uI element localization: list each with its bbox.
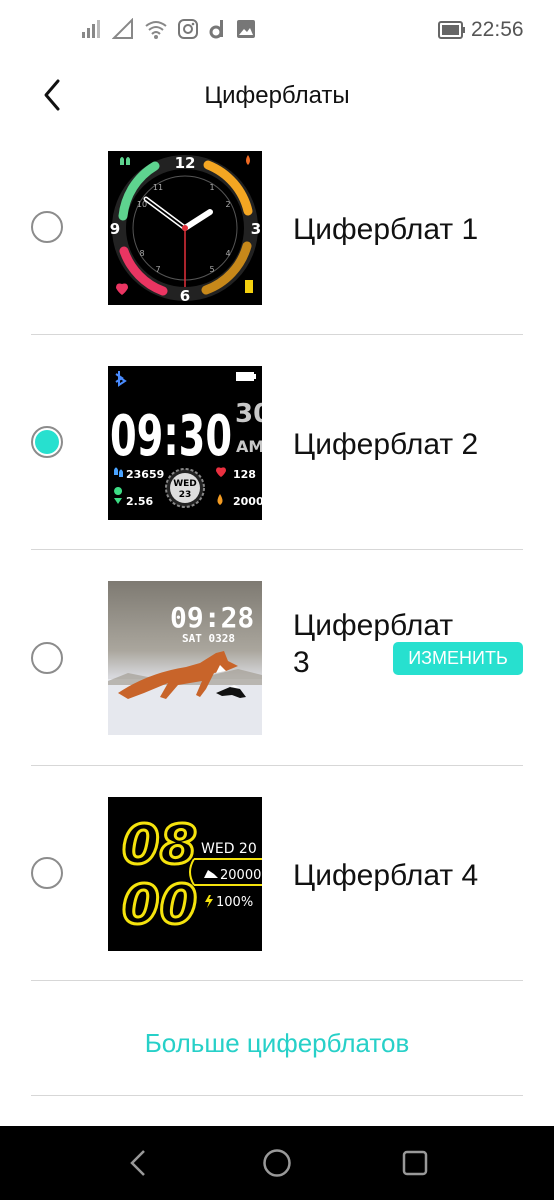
watch-face-label-3: Циферблат 3: [293, 609, 454, 679]
divider: [31, 1095, 523, 1096]
wifi-icon: [145, 21, 167, 39]
minute-display: 00: [122, 873, 197, 936]
status-icons: [80, 18, 256, 40]
dial-number-7: 7: [155, 265, 160, 274]
time-display: 09:28: [170, 601, 254, 634]
watch-face-label-1: Циферблат 1: [293, 213, 479, 246]
seconds-display: 30: [235, 399, 262, 429]
select-radio-2[interactable]: [31, 426, 63, 458]
hour-display: 08: [122, 813, 197, 876]
watch-face-row-2[interactable]: 09:30 30 AM 23659 128 2.56 2000 WED 23 Ц…: [0, 335, 554, 550]
dial-number-4: 4: [225, 249, 230, 258]
select-radio-4[interactable]: [31, 857, 63, 889]
watch-face-label-2: Циферблат 2: [293, 428, 479, 461]
watch-face-label-4: Циферблат 4: [293, 859, 479, 892]
status-time: 22:56: [471, 18, 524, 41]
dial-number-12: 12: [175, 154, 196, 172]
dial-number-6: 6: [180, 287, 190, 305]
select-radio-1[interactable]: [31, 211, 63, 243]
no-signal-icon: [112, 18, 133, 39]
dial-number-5: 5: [209, 265, 214, 274]
dial-number-9: 9: [110, 220, 120, 238]
watch-face-thumbnail-1: 12 3 6 9 11 1 2 4 5 7 8 10: [108, 151, 262, 305]
dial-number-3: 3: [251, 220, 261, 238]
edit-button[interactable]: ИЗМЕНИТЬ: [393, 642, 523, 675]
battery-display: 100%: [216, 895, 253, 910]
page-title: Циферблаты: [204, 82, 350, 109]
watch-face-row-4[interactable]: 08 00 WED 20 20000 100% Циферблат 4: [0, 766, 554, 981]
dial-number-1: 1: [209, 183, 214, 192]
steps-display: 20000: [220, 868, 261, 883]
dial-number-11: 11: [153, 183, 163, 192]
nav-back-icon[interactable]: [128, 1148, 148, 1178]
dial-number-8: 8: [139, 249, 144, 258]
distance-value: 2.56: [126, 495, 153, 508]
divider: [31, 980, 523, 981]
watch-face-thumbnail-3: 09:28 SAT 0328: [108, 581, 262, 735]
watch-face-thumbnail-2: 09:30 30 AM 23659 128 2.56 2000 WED 23: [108, 366, 262, 520]
nav-recents-icon[interactable]: [402, 1148, 428, 1178]
status-bar: 22:56: [0, 0, 554, 62]
watch-face-row-1[interactable]: 12 3 6 9 11 1 2 4 5 7 8 10 Циферблат 1: [0, 120, 554, 335]
ampm-display: AM: [236, 437, 262, 456]
date-display: SAT 0328: [182, 632, 235, 645]
signal-icon: [82, 20, 100, 38]
select-radio-3[interactable]: [31, 642, 63, 674]
watch-face-thumbnail-4: 08 00 WED 20 20000 100%: [108, 797, 262, 951]
image-icon: [237, 20, 255, 38]
app-bar: Циферблаты: [0, 62, 554, 128]
steps-value: 23659: [126, 468, 164, 481]
day-display: WED 20: [201, 841, 257, 857]
dial-number-2: 2: [225, 200, 230, 209]
day-display: WED: [173, 479, 197, 489]
nav-home-icon[interactable]: [262, 1148, 292, 1178]
battery-icon: [438, 21, 465, 39]
more-watch-faces-link[interactable]: Больше циферблатов: [0, 1028, 554, 1059]
calories-value: 2000: [233, 495, 262, 508]
date-display: 23: [179, 490, 192, 500]
time-display: 09:30: [110, 404, 232, 469]
heart-value: 128: [233, 468, 256, 481]
instagram-icon: [178, 19, 198, 39]
d-app-icon: [209, 20, 223, 39]
system-navigation-bar: [0, 1126, 554, 1200]
